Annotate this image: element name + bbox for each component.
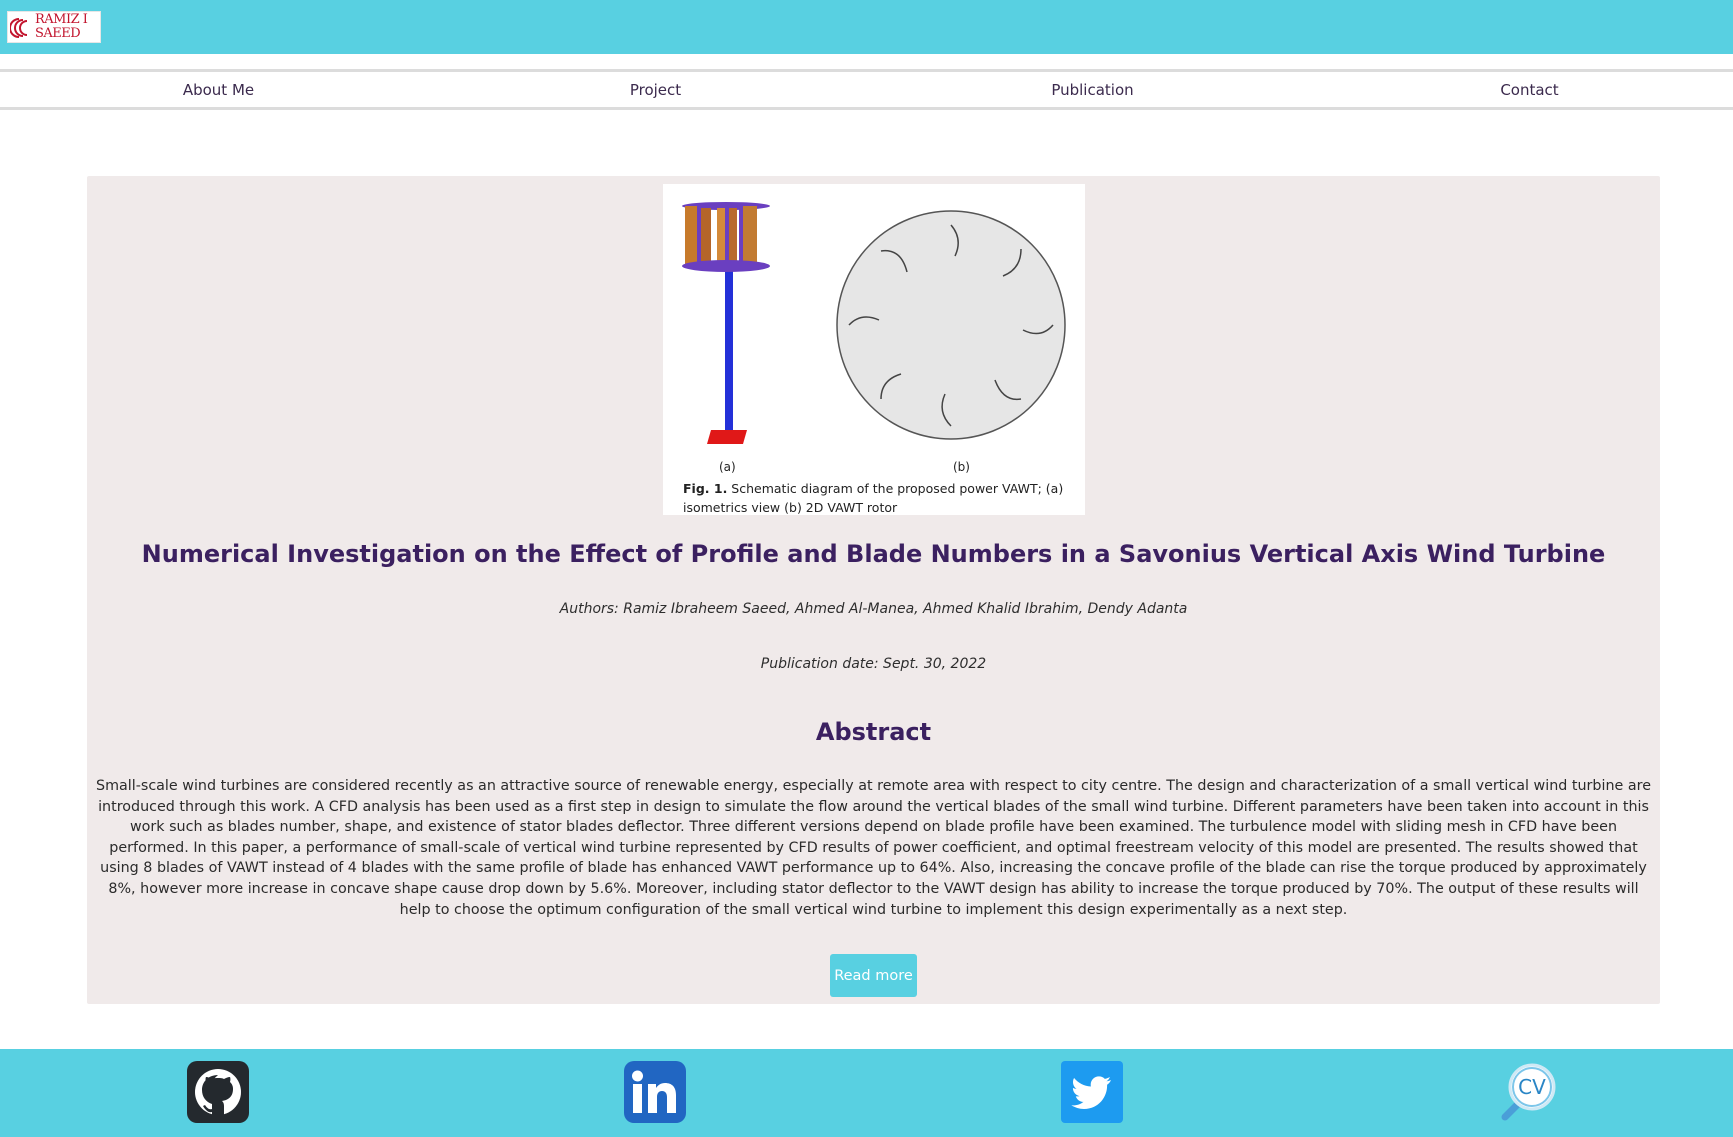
linkedin-icon <box>632 1070 676 1113</box>
nav-contact[interactable]: Contact <box>1311 72 1733 107</box>
main-nav: About Me Project Publication Contact <box>0 69 1733 110</box>
footer: CV <box>0 1049 1733 1137</box>
site-logo[interactable]: RAMIZ I SAEED <box>7 11 101 43</box>
publication-figure: (a) (b) Fig. 1. Schematic diagram of the… <box>663 184 1085 515</box>
github-link[interactable] <box>187 1061 249 1123</box>
github-icon <box>195 1069 241 1117</box>
nav-publication[interactable]: Publication <box>874 72 1311 107</box>
logo-line-2: SAEED <box>35 26 81 41</box>
logo-line-1: RAMIZ I <box>35 12 88 27</box>
figure-caption: Fig. 1. Schematic diagram of the propose… <box>683 479 1073 517</box>
publication-authors: Authors: Ramiz Ibraheem Saeed, Ahmed Al-… <box>559 601 1188 617</box>
top-bar: RAMIZ I SAEED <box>0 0 1733 54</box>
figure-caption-label: Fig. 1. <box>683 481 728 496</box>
linkedin-link[interactable] <box>624 1061 686 1123</box>
cv-label: CV <box>1518 1075 1546 1099</box>
logo-mark-icon <box>10 18 28 38</box>
cv-link[interactable]: CV <box>1497 1061 1559 1123</box>
figure-sublabel-a: (a) <box>719 460 736 474</box>
vawt-schematic-image <box>682 202 1066 444</box>
logo-text: RAMIZ I SAEED <box>35 13 101 41</box>
abstract-heading: Abstract <box>815 718 932 746</box>
twitter-icon <box>1071 1076 1111 1109</box>
publication-card: (a) (b) Fig. 1. Schematic diagram of the… <box>87 176 1660 1004</box>
abstract-text: Small-scale wind turbines are considered… <box>96 778 1651 918</box>
publication-title: Numerical Investigation on the Effect of… <box>141 540 1606 568</box>
twitter-link[interactable] <box>1061 1061 1123 1123</box>
cv-icon: CV <box>1501 1063 1556 1121</box>
nav-project[interactable]: Project <box>437 72 874 107</box>
publication-date: Publication date: Sept. 30, 2022 <box>760 656 987 672</box>
figure-caption-text: Schematic diagram of the proposed power … <box>683 481 1064 515</box>
figure-sublabel-b: (b) <box>953 460 970 474</box>
read-more-button[interactable]: Read more <box>830 954 917 997</box>
nav-about-me[interactable]: About Me <box>0 72 437 107</box>
